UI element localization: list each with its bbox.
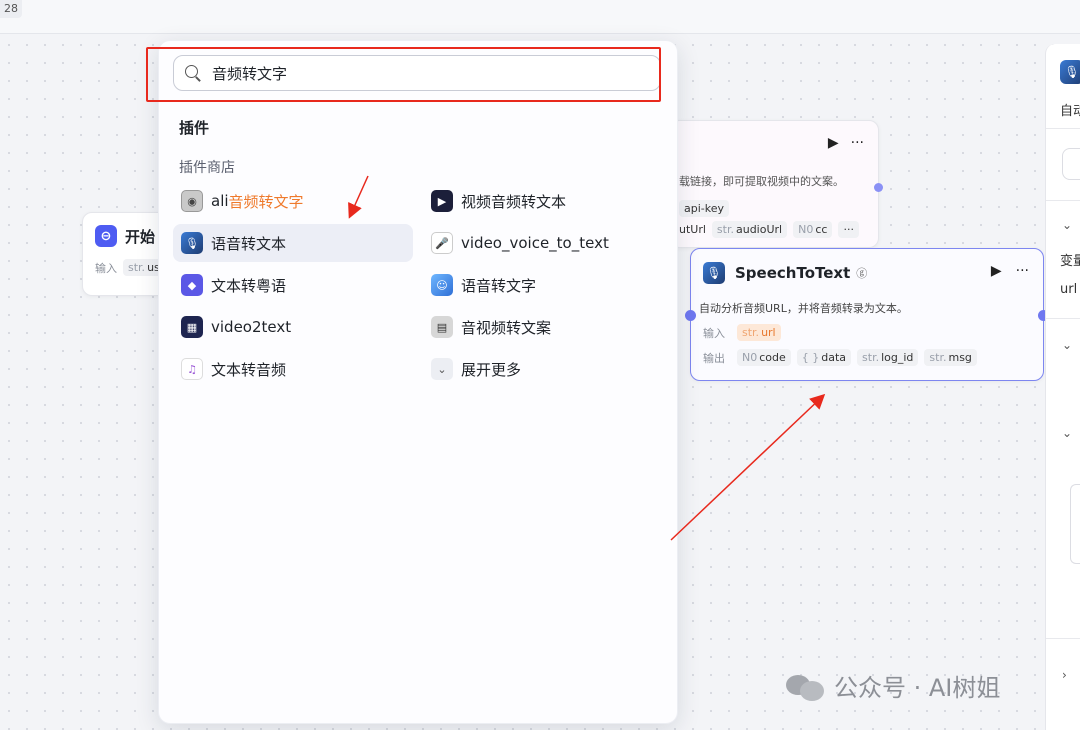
microphone-icon: 🎙 [181,232,203,254]
output-chip: str. log_id [857,349,919,366]
section-title-plugin-store: 插件商店 [179,160,235,176]
url-param-label: url [1060,282,1078,297]
watermark: 公众号 · AI树姐 [786,668,1000,703]
plugin-item-label: 语音转文本 [211,234,287,253]
plugin-item-ali[interactable]: ◉ ali 音频转文字 [173,182,413,220]
node-config-panel: 🎙 自动 ⌄ 变量 url ⌄ ⌄ › [1045,44,1080,730]
chevron-down-icon[interactable]: ⌄ [1062,338,1072,352]
more-chip[interactable]: ··· [838,221,859,238]
plugin-node-behind[interactable]: ▶ ··· 载链接，即可提取视频中的文案。 api-key utUrl str.… [670,120,883,248]
video-icon: ▶ [431,190,453,212]
output-label: 输出 [703,351,725,365]
search-box[interactable] [173,55,661,91]
plugin-item-label: 文本转粤语 [211,276,287,295]
divider [1046,128,1080,129]
plugin-item-speech-to-text[interactable]: 🎙 语音转文本 [173,224,413,262]
panel-input-box[interactable] [1062,148,1080,180]
chevron-right-icon[interactable]: › [1062,668,1067,682]
output-fragment: utUrl [679,223,706,236]
run-icon[interactable]: ▶ [991,263,1002,279]
microphone-icon: 🎙 [703,262,725,284]
plugin-item-av-to-copy[interactable]: ▤ 音视频转文案 [423,308,663,346]
top-toolbar: 28 [0,0,1080,34]
param-chip: api-key [679,200,730,217]
plugin-item-label: 视频音频转文本 [461,192,567,211]
input-port[interactable] [685,310,696,321]
mic-stand-icon: 🎤 [431,232,453,254]
input-label: 输入 [95,261,117,275]
plugin-item-label: 语音转文字 [461,276,537,295]
plugin-item-text-to-audio[interactable]: ♫ 文本转音频 [173,350,413,388]
output-port[interactable] [874,183,883,192]
output-chip: { } data [796,349,852,366]
input-label: 输入 [703,326,725,340]
microphone-icon: 🎙 [1060,60,1080,84]
stt-node-header: 🎙 SpeechToText ⓖ [703,262,867,284]
stt-node-title: SpeechToText [735,264,851,282]
plugin-item-label: 文本转音频 [211,360,287,379]
start-node-title: 开始 [125,227,156,246]
ali-plugin-icon: ◉ [181,190,203,212]
run-icon[interactable]: ▶ [828,135,839,151]
plugin-item-prefix: ali [211,192,229,210]
variable-label: 变量 [1060,254,1080,269]
output-chip: N0 code [737,349,791,366]
plugin-item-label: 音视频转文案 [461,318,552,337]
chevron-down-icon[interactable]: ⌄ [1062,218,1072,232]
cube-icon: ◆ [181,274,203,296]
expand-more-button[interactable]: ⌄ 展开更多 [423,350,663,388]
divider [1046,318,1080,319]
wechat-logo-icon [786,671,826,701]
video-text-icon: ▤ [431,316,453,338]
stt-node-description: 自动分析音频URL，并将音频转录为文本。 [699,302,908,315]
more-icon[interactable]: ··· [851,135,864,151]
chevron-down-icon[interactable]: ⌄ [1062,426,1072,440]
panel-description: 自动 [1060,104,1080,119]
zoom-badge[interactable]: 28 [0,0,22,18]
search-icon [184,64,202,82]
node-actions: ▶ ··· [828,135,864,151]
watermark-text: 公众号 · AI树姐 [834,674,1001,702]
plugin-item-label: video_voice_to_text [461,234,609,252]
plugin-item-video-voice-to-text[interactable]: 🎤 video_voice_to_text [423,224,663,262]
search-input[interactable] [212,64,632,82]
start-icon: ⊖ [95,225,117,247]
divider [1046,200,1080,201]
voice-avatar-icon: ☺ [431,274,453,296]
output-chip: N0 cc [793,221,833,238]
section-title-plugins: 插件 [179,119,210,137]
output-chip: str. audioUrl [711,221,788,238]
expand-more-label: 展开更多 [461,360,522,379]
plugin-item-voice-to-text[interactable]: ☺ 语音转文字 [423,266,663,304]
chevron-down-icon: ⌄ [431,358,453,380]
node-description: 载链接，即可提取视频中的文案。 [679,175,844,188]
stt-input-row: 输入 str. url [703,324,781,341]
divider [1046,638,1080,639]
plugin-item-video2text[interactable]: ▦ video2text [173,308,413,346]
output-chip: str. msg [924,349,977,366]
annotation-arrow [670,393,826,541]
node-output-row: utUrl str. audioUrl N0 cc ··· [679,221,859,238]
node-actions: ▶ ··· [991,263,1029,279]
stt-output-row: 输出 N0 code { } data str. log_id str. msg [703,349,977,366]
audio-wave-icon: ♫ [181,358,203,380]
plugin-item-text-to-cantonese[interactable]: ◆ 文本转粤语 [173,266,413,304]
plugin-item-highlight: 音频转文字 [228,192,304,211]
node-param-row: api-key [679,197,730,217]
input-chip: str. url [737,324,781,341]
video2text-icon: ▦ [181,316,203,338]
plugin-item-label: video2text [211,318,292,336]
plugin-item-video-audio-to-text[interactable]: ▶ 视频音频转文本 [423,182,663,220]
more-icon[interactable]: ··· [1016,263,1029,279]
speech-to-text-node[interactable]: 🎙 SpeechToText ⓖ ▶ ··· 自动分析音频URL，并将音频转录为… [685,248,1049,381]
panel-group-outline [1070,484,1080,564]
plugin-search-popup: 插件 插件商店 ◉ ali音频转文字 ▶ 视频音频转文本 🎙 语音转文本 🎤 v… [146,40,678,724]
plugin-badge-icon: ⓖ [856,267,868,280]
